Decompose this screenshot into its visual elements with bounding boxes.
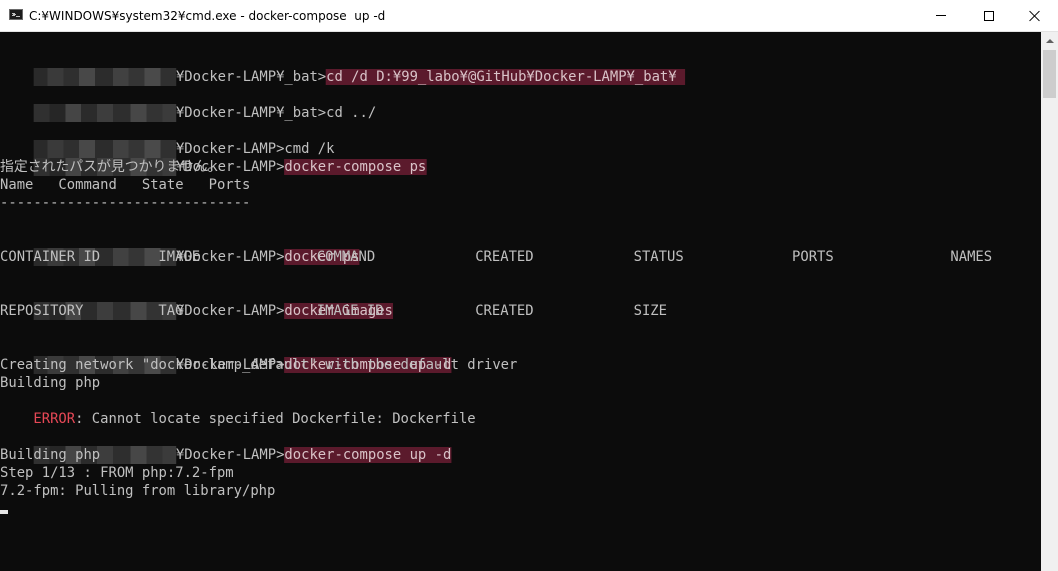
typed-command: cd ../	[326, 105, 377, 121]
docker-ps-header: CONTAINER ID IMAGE COMMAND CREATED STATU…	[0, 248, 1031, 266]
column-header: TAG	[158, 303, 184, 319]
error-text: : Cannot locate specified Dockerfile: Do…	[75, 411, 476, 427]
error-label: ERROR	[33, 411, 76, 427]
column-header: STATUS	[633, 249, 684, 265]
typed-command: cd /d D:¥99_labo¥@GitHub¥Docker-LAMP¥_ba…	[326, 69, 685, 85]
redacted-path-mosaic	[33, 68, 176, 86]
output-line: Step 1/13 : FROM php:7.2-fpm	[0, 465, 234, 481]
column-header: CREATED	[475, 249, 534, 265]
console-line: ¥Docker-LAMP>docker images	[0, 284, 393, 320]
typed-command: docker-compose ps	[284, 159, 427, 175]
output-line: Building php	[0, 375, 101, 391]
error-message-line: 指定されたパスが見つかりません。	[0, 159, 222, 175]
minimize-icon	[936, 15, 946, 16]
console-line: ¥Docker-LAMP>docker-compose ps	[0, 140, 427, 176]
prompt-path: ¥Docker-LAMP>	[175, 447, 285, 463]
window-title: C:¥WINDOWS¥system32¥cmd.exe - docker-com…	[29, 9, 386, 23]
maximize-button[interactable]	[966, 0, 1012, 31]
column-header: IMAGE ID	[316, 303, 384, 319]
console-output[interactable]: ¥Docker-LAMP¥_bat>cd /d D:¥99_labo¥@GitH…	[0, 32, 1041, 571]
output-line: 7.2-fpm: Pulling from library/php	[0, 483, 276, 499]
scrollbar-thumb[interactable]	[1043, 50, 1056, 98]
redacted-path-mosaic	[33, 104, 176, 122]
column-header: COMMAND	[316, 249, 376, 265]
column-header: IMAGE	[158, 249, 201, 265]
column-header: SIZE	[633, 303, 667, 319]
column-header: CONTAINER ID	[0, 249, 101, 265]
ps-header-line: Name Command State Ports	[0, 177, 251, 193]
console-line: ¥Docker-LAMP¥_bat>cd /d D:¥99_labo¥@GitH…	[0, 50, 685, 86]
console-line: ¥Docker-LAMP>docker-compose up -d	[0, 428, 452, 464]
console-line: ¥Docker-LAMP¥_bat>cd ../	[0, 86, 376, 122]
column-header: REPOSITORY	[0, 303, 84, 319]
prompt-path: ¥Docker-LAMP¥_bat>	[175, 105, 327, 121]
output-line: Creating network "docker-lamp_default" w…	[0, 357, 518, 373]
error-line: ERROR: Cannot locate specified Dockerfil…	[0, 392, 475, 427]
column-header: NAMES	[950, 249, 993, 265]
console-line: ¥Docker-LAMP>cmd /k	[0, 122, 334, 158]
column-header: CREATED	[475, 303, 534, 319]
typed-command: docker-compose up -d	[284, 447, 452, 463]
docker-images-header: REPOSITORY TAG IMAGE ID CREATED SIZE	[0, 302, 1031, 320]
close-button[interactable]	[1012, 0, 1058, 31]
vertical-scrollbar[interactable]	[1041, 32, 1058, 571]
console-line: ¥Docker-LAMP>docker-compose up -d	[0, 338, 452, 374]
scroll-up-arrow-icon[interactable]	[1041, 32, 1058, 49]
console-line: ¥Docker-LAMP>docker ps	[0, 230, 360, 266]
text-cursor	[0, 510, 8, 514]
cmd-app-icon[interactable]	[9, 9, 23, 20]
title-bar[interactable]: C:¥WINDOWS¥system32¥cmd.exe - docker-com…	[0, 0, 1058, 32]
maximize-icon	[984, 10, 994, 21]
output-line: Building php	[0, 447, 101, 463]
prompt-path: ¥Docker-LAMP¥_bat>	[175, 69, 327, 85]
close-icon	[1029, 10, 1041, 22]
separator-line: ------------------------------	[0, 195, 251, 211]
minimize-button[interactable]	[918, 0, 964, 31]
column-header: PORTS	[792, 249, 834, 265]
